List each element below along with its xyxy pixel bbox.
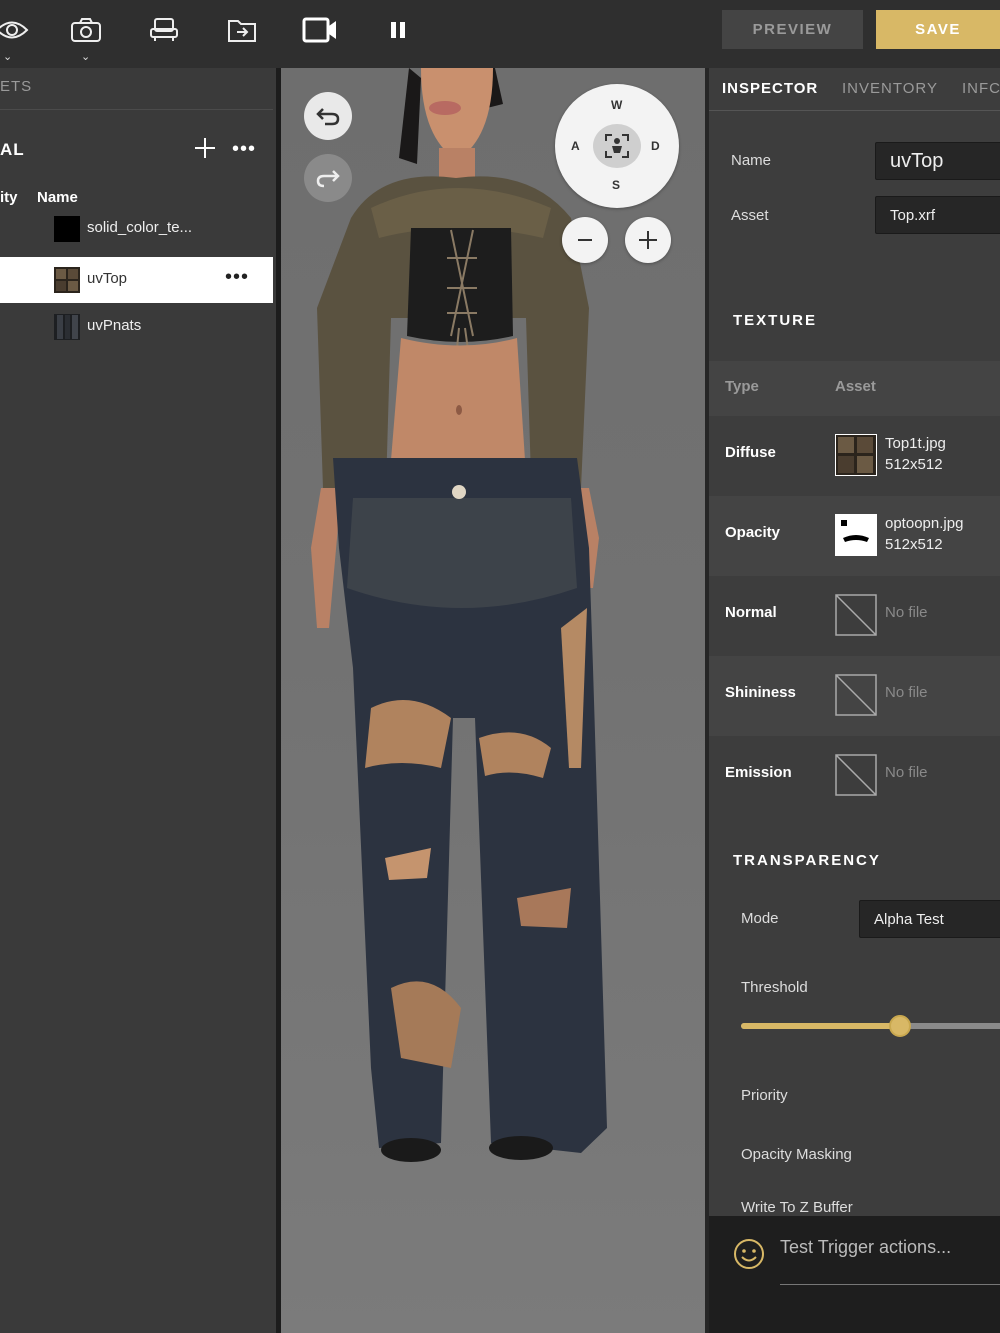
row-more-options-icon[interactable]: ••• (225, 266, 249, 289)
section-title: AL (0, 140, 25, 159)
pause-icon[interactable] (378, 12, 418, 48)
texture-type-label: Diffuse (725, 444, 776, 461)
3d-viewport[interactable]: W A D S (281, 68, 705, 1333)
camera-navigation-pad[interactable]: W A D S (555, 84, 679, 208)
top-toolbar: ⌄ ⌄ PREVIEW SAVE (0, 0, 1000, 68)
top-texture-thumbnail (54, 267, 80, 293)
type-column-header: Type (725, 378, 759, 395)
threshold-slider-handle[interactable] (889, 1015, 912, 1037)
add-icon[interactable] (192, 135, 218, 161)
threshold-slider-fill (741, 1023, 901, 1029)
chair-icon[interactable] (144, 12, 184, 48)
texture-type-label: Normal (725, 604, 777, 621)
name-field[interactable]: uvTop (875, 142, 1000, 180)
emoji-icon[interactable] (733, 1238, 765, 1275)
list-item-label: solid_color_te... (87, 219, 193, 236)
asset-column-header: Asset (835, 378, 876, 395)
texture-file-name: Top1t.jpg (885, 435, 946, 452)
texture-row-shininess[interactable]: Shininess No file (709, 656, 1000, 736)
eye-dropdown-chevron-icon[interactable]: ⌄ (3, 50, 12, 63)
diffuse-texture-thumbnail[interactable] (835, 434, 877, 476)
assets-tab[interactable]: ETS (0, 78, 32, 95)
save-button[interactable]: SAVE (876, 10, 1000, 49)
texture-row-diffuse[interactable]: Diffuse Top1t.jpg 512x512 (709, 416, 1000, 496)
texture-row-emission[interactable]: Emission No file (709, 736, 1000, 816)
threshold-label: Threshold (741, 979, 808, 996)
no-file-text: No file (885, 764, 928, 781)
texture-row-opacity[interactable]: Opacity optoopn.jpg 512x512 (709, 496, 1000, 576)
zoom-out-button[interactable] (562, 217, 608, 263)
empty-texture-icon[interactable] (835, 674, 877, 716)
redo-button[interactable] (304, 154, 352, 202)
name-label: Name (731, 152, 772, 169)
no-file-text: No file (885, 684, 928, 701)
divider (709, 110, 1000, 111)
list-item-label: uvPnats (87, 317, 142, 334)
mode-select[interactable]: Alpha Test (859, 900, 1000, 938)
empty-texture-icon[interactable] (835, 754, 877, 796)
tab-info[interactable]: INFC (962, 80, 1000, 97)
priority-label: Priority (741, 1087, 788, 1104)
write-z-buffer-label: Write To Z Buffer (741, 1199, 853, 1216)
divider (0, 109, 273, 110)
undo-button[interactable] (304, 92, 352, 140)
nav-left-a[interactable]: A (571, 139, 580, 153)
list-item[interactable]: solid_color_te... (0, 206, 273, 252)
recenter-avatar-icon[interactable] (593, 124, 641, 168)
list-item-selected[interactable]: uvTop ••• (0, 257, 273, 303)
asset-field[interactable]: Top.xrf (875, 196, 1000, 234)
texture-table-header: Type Asset (709, 361, 1000, 416)
threshold-slider[interactable] (741, 1015, 1000, 1037)
texture-type-label: Opacity (725, 524, 781, 541)
camera-dropdown-chevron-icon[interactable]: ⌄ (81, 50, 90, 63)
list-item[interactable]: uvPnats (0, 304, 273, 350)
mode-label: Mode (741, 910, 779, 927)
texture-row-normal[interactable]: Normal No file (709, 576, 1000, 656)
more-options-icon[interactable]: ••• (232, 138, 256, 161)
nav-right-d[interactable]: D (651, 139, 660, 153)
column-header-visibility[interactable]: ity (0, 189, 18, 206)
opacity-masking-label: Opacity Masking (741, 1146, 852, 1163)
asset-label: Asset (731, 207, 769, 224)
tab-inventory[interactable]: INVENTORY (842, 80, 938, 97)
opacity-texture-thumbnail[interactable] (835, 514, 877, 556)
texture-type-label: Shininess (725, 684, 796, 701)
column-header-name[interactable]: Name (37, 189, 78, 206)
input-underline (780, 1284, 1000, 1285)
texture-file-size: 512x512 (885, 536, 943, 553)
texture-file-size: 512x512 (885, 456, 943, 473)
chat-input[interactable]: Test Trigger actions... (780, 1237, 951, 1258)
nav-forward-w[interactable]: W (611, 98, 622, 112)
texture-file-name: optoopn.jpg (885, 515, 964, 532)
inspector-panel: INSPECTOR INVENTORY INFC Name uvTop Asse… (705, 68, 1000, 1333)
black-swatch-thumbnail (54, 216, 80, 242)
preview-button[interactable]: PREVIEW (722, 10, 863, 49)
no-file-text: No file (885, 604, 928, 621)
texture-heading: TEXTURE (733, 312, 818, 329)
chat-input-bar: Test Trigger actions... (709, 1216, 1000, 1333)
eye-icon[interactable] (0, 12, 32, 48)
list-item-label: uvTop (87, 270, 128, 287)
camera-icon[interactable] (66, 12, 106, 48)
texture-type-label: Emission (725, 764, 792, 781)
empty-texture-icon[interactable] (835, 594, 877, 636)
export-folder-icon[interactable] (222, 12, 262, 48)
transparency-heading: TRANSPARENCY (733, 852, 881, 869)
nav-back-s[interactable]: S (612, 178, 620, 192)
pants-texture-thumbnail (54, 314, 80, 340)
video-camera-icon[interactable] (300, 12, 340, 48)
assets-panel: ETS AL ••• ity Name solid_color_te... uv… (0, 68, 276, 1333)
tab-inspector[interactable]: INSPECTOR (722, 80, 818, 97)
zoom-in-button[interactable] (625, 217, 671, 263)
